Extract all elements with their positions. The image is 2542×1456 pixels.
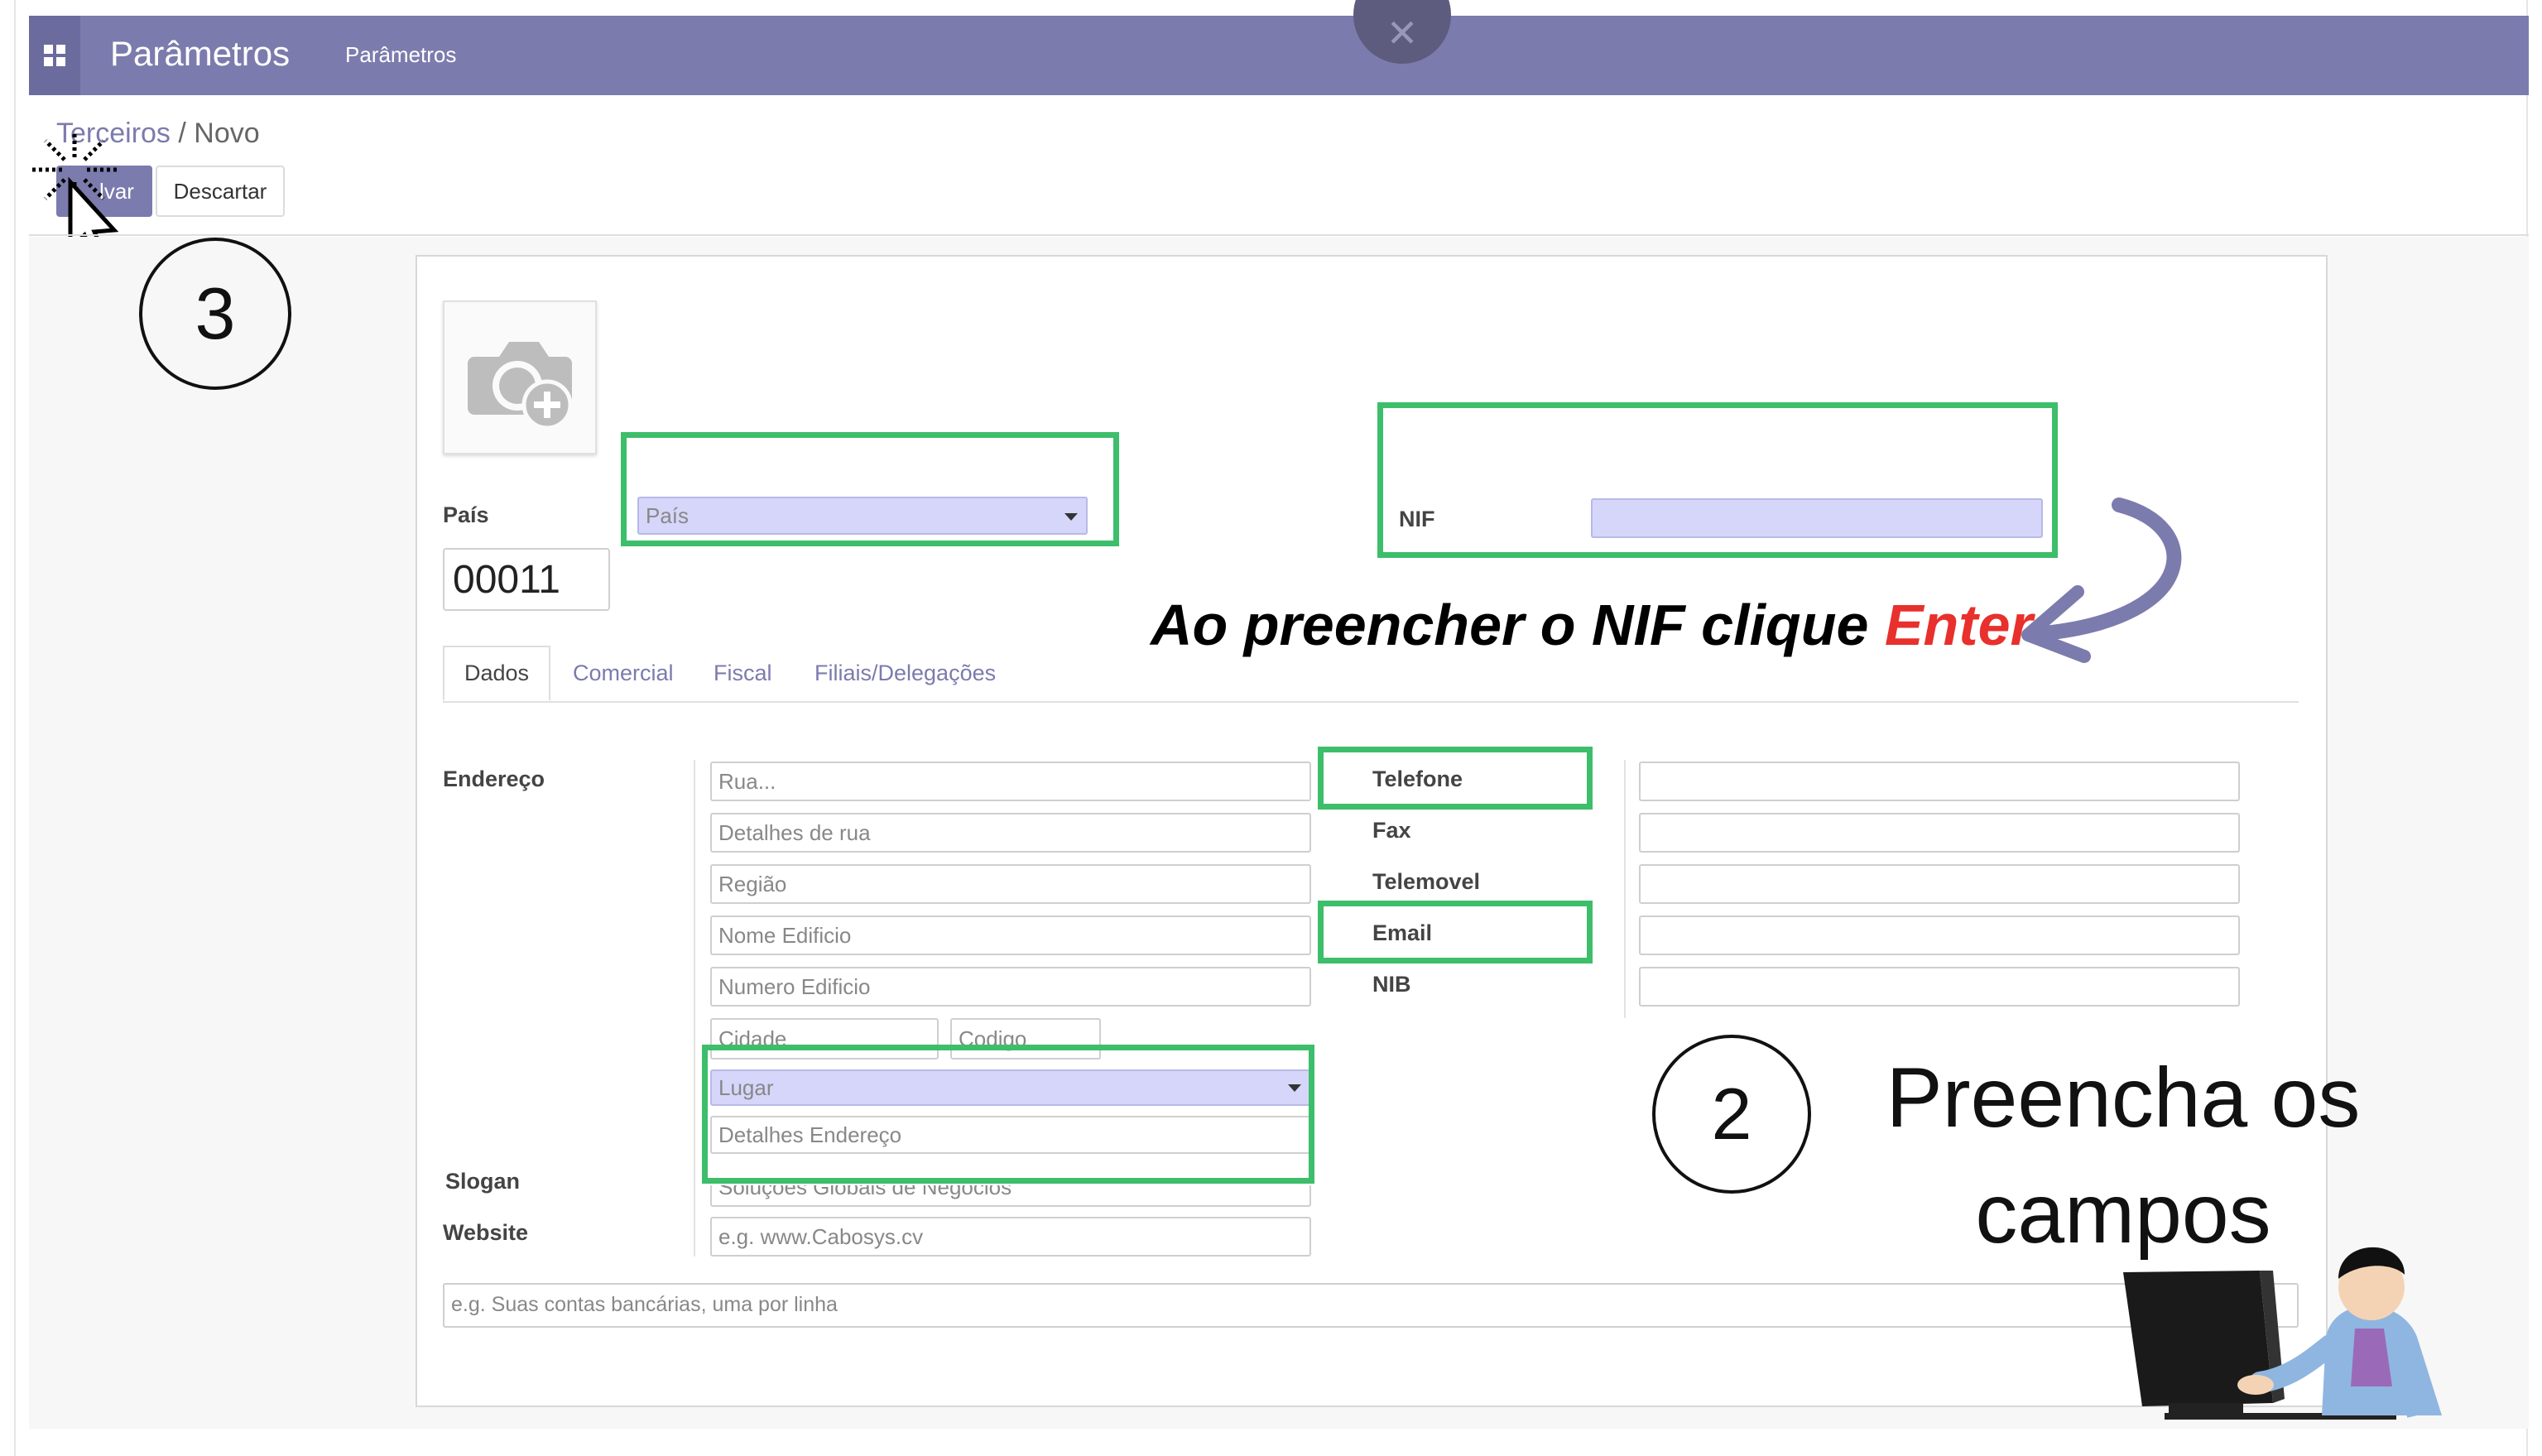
fax-input[interactable] (1639, 813, 2240, 853)
pais-label: País (443, 502, 489, 527)
app-title[interactable]: Parâmetros (110, 34, 290, 74)
camera-add-icon[interactable] (443, 300, 597, 454)
step2-text-line1: Preencha os (1886, 1050, 2361, 1145)
regiao-input[interactable]: Região (710, 864, 1311, 904)
left-frame-border (14, 0, 16, 1456)
detalhes-rua-input[interactable]: Detalhes de rua (710, 813, 1311, 853)
detalhes-rua-placeholder: Detalhes de rua (718, 819, 871, 845)
numero-edificio-placeholder: Numero Edificio (718, 973, 871, 999)
rua-placeholder: Rua... (718, 768, 776, 794)
apps-icon[interactable] (29, 16, 80, 95)
website-label: Website (443, 1220, 529, 1245)
tab-fiscal[interactable]: Fiscal (714, 661, 772, 686)
website-placeholder: e.g. www.Cabosys.cv (718, 1223, 924, 1249)
contact-column-divider (1624, 760, 1626, 1018)
email-input[interactable] (1639, 915, 2240, 955)
nif-enter-highlight: Enter (1884, 593, 2033, 657)
email-highlight-box (1318, 901, 1593, 963)
tab-filiais-delegacoes[interactable]: Filiais/Delegações (814, 661, 996, 686)
pais-highlight-box (621, 432, 1119, 546)
close-icon[interactable]: ✕ (1353, 0, 1451, 64)
tabs-underline (443, 701, 2299, 703)
regiao-placeholder: Região (718, 871, 787, 896)
telefone-highlight-box (1318, 747, 1593, 810)
step2-instruction: Preencha os campos (1854, 1040, 2392, 1271)
tab-dados[interactable]: Dados (443, 646, 551, 701)
nome-edificio-placeholder: Nome Edificio (718, 922, 852, 948)
numero-edificio-input[interactable]: Numero Edificio (710, 967, 1311, 1007)
nif-enter-instruction: Ao preencher o NIF clique Enter (1151, 592, 2033, 658)
step3-circle: 3 (139, 238, 291, 390)
bank-accounts-placeholder: e.g. Suas contas bancárias, uma por linh… (451, 1293, 838, 1316)
bank-accounts-textarea[interactable]: e.g. Suas contas bancárias, uma por linh… (443, 1283, 2299, 1328)
step2-circle: 2 (1652, 1035, 1811, 1194)
person-at-computer-illustration (2123, 1247, 2442, 1420)
breadcrumb-current: Novo (194, 118, 260, 149)
tab-comercial[interactable]: Comercial (573, 661, 674, 686)
discard-button[interactable]: Descartar (156, 166, 285, 217)
toolbar-separator (29, 234, 2529, 236)
breadcrumb-separator: / (170, 118, 195, 149)
nib-label: NIB (1372, 972, 1411, 997)
slogan-label: Slogan (445, 1169, 521, 1194)
menu-item-parametros[interactable]: Parâmetros (345, 42, 456, 68)
rua-input[interactable]: Rua... (710, 762, 1311, 801)
telemovel-input[interactable] (1639, 864, 2240, 904)
fax-label: Fax (1372, 818, 1411, 843)
telemovel-label: Telemovel (1372, 869, 1481, 894)
curved-arrow-icon (2021, 497, 2182, 663)
nif-enter-text: Ao preencher o NIF clique (1151, 593, 1885, 657)
nif-highlight-box (1377, 402, 2058, 558)
nome-edificio-input[interactable]: Nome Edificio (710, 915, 1311, 955)
telefone-input[interactable] (1639, 762, 2240, 801)
endereco-label: Endereço (443, 766, 545, 791)
top-navbar: Parâmetros Parâmetros ✕ (29, 0, 2529, 95)
partner-code-field[interactable]: 00011 (443, 548, 610, 611)
nib-input[interactable] (1639, 967, 2240, 1007)
lugar-highlight-box-front (702, 1045, 1314, 1184)
website-input[interactable]: e.g. www.Cabosys.cv (710, 1217, 1311, 1257)
